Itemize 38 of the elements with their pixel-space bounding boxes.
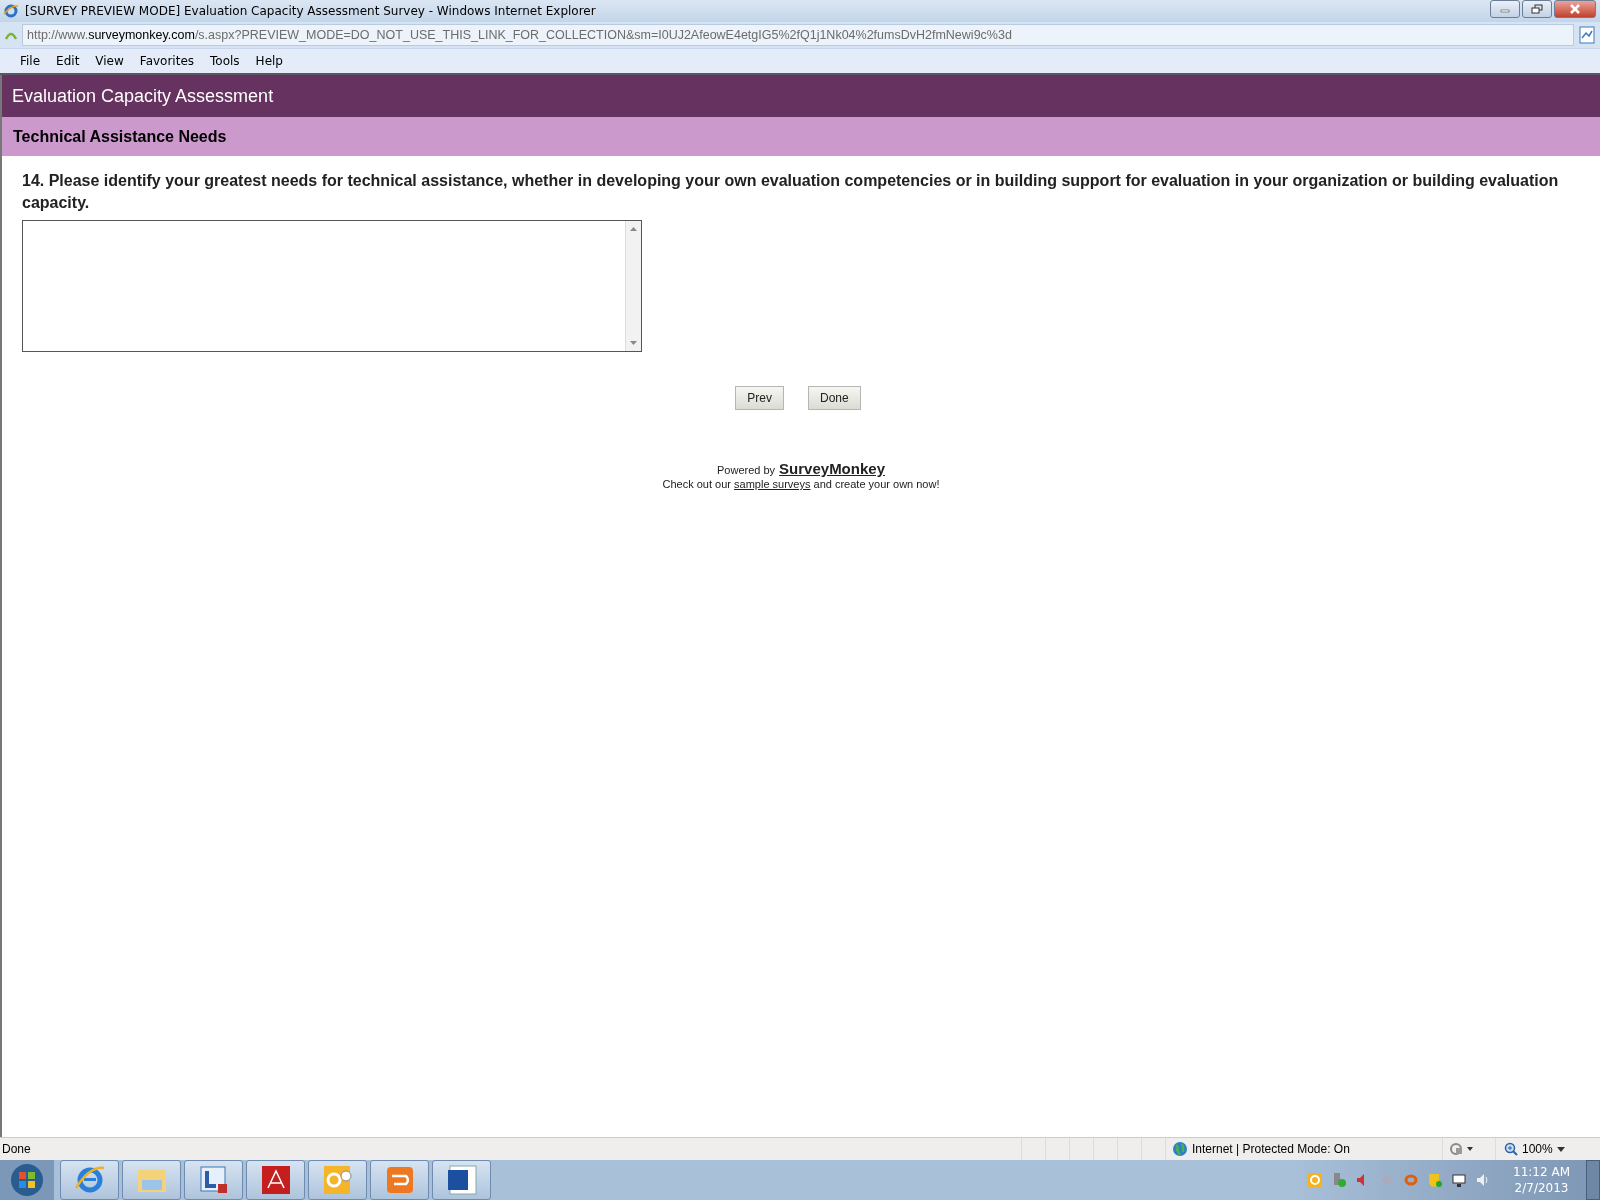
question-text: 14. Please identify your greatest needs for technical assistance, whether in developing your own evaluation competencies or in building support for evaluation in your organization or building evaluation capacity. (22, 171, 1560, 213)
start-button[interactable] (0, 1160, 54, 1200)
minimize-button[interactable] (1490, 0, 1520, 18)
window-title: [SURVEY PREVIEW MODE] Evaluation Capacity Assessment Survey - Windows Internet Explorer (25, 4, 597, 18)
zoom-level[interactable]: 100% (1522, 1142, 1553, 1156)
dropdown-icon[interactable] (1556, 1146, 1565, 1152)
menu-item[interactable]: Tools (202, 54, 248, 68)
close-button[interactable] (1554, 0, 1596, 18)
restore-icon (1531, 4, 1543, 14)
brand-link[interactable]: SurveyMonkey (779, 460, 885, 477)
close-icon (1569, 4, 1581, 14)
survey-title: Evaluation Capacity Assessment (12, 85, 274, 107)
restore-button[interactable] (1522, 0, 1552, 18)
network-icon[interactable] (1451, 1172, 1468, 1188)
globe-icon (1172, 1141, 1188, 1157)
show-desktop-button[interactable] (1586, 1160, 1600, 1200)
prev-button[interactable]: Prev (735, 386, 784, 410)
done-button[interactable]: Done (808, 386, 861, 410)
menu-item[interactable]: View (87, 54, 132, 68)
menu-item[interactable]: Favorites (131, 54, 203, 68)
address-field[interactable]: http://www.surveymonkey.com/s.aspx?PREVIEW_MODE=DO_NOT_USE_THIS_LINK_FOR_COLLECTION&sm=I0UJ2AfeowE4etgIG5%2fQ1j1Nk04%2fumsDvH2fmNewi9c%3d (22, 24, 1574, 46)
page-title: Technical Assistance Needs (13, 127, 227, 146)
scroll-down-icon[interactable] (630, 341, 637, 345)
menu-item[interactable]: Edit (48, 54, 88, 68)
browser-logo-icon (3, 3, 19, 19)
menu-item[interactable]: Help (247, 54, 291, 68)
menu-item[interactable]: File (12, 54, 49, 68)
promo-text: Check out our sample surveys and create your own now! (662, 478, 940, 490)
zoom-icon (1504, 1142, 1518, 1156)
shield-icon[interactable] (1427, 1172, 1444, 1188)
scroll-up-icon[interactable] (630, 227, 637, 231)
status-text: Done (2, 1142, 32, 1156)
compatibility-view-icon[interactable] (1578, 26, 1596, 44)
mail-app-tray-icon[interactable] (1307, 1172, 1324, 1188)
powered-by-text: Powered by (717, 464, 776, 476)
sample-surveys-link[interactable]: sample surveys (734, 478, 811, 490)
scrollbar[interactable] (625, 221, 641, 351)
security-zone: Internet | Protected Mode: On (1192, 1142, 1350, 1156)
